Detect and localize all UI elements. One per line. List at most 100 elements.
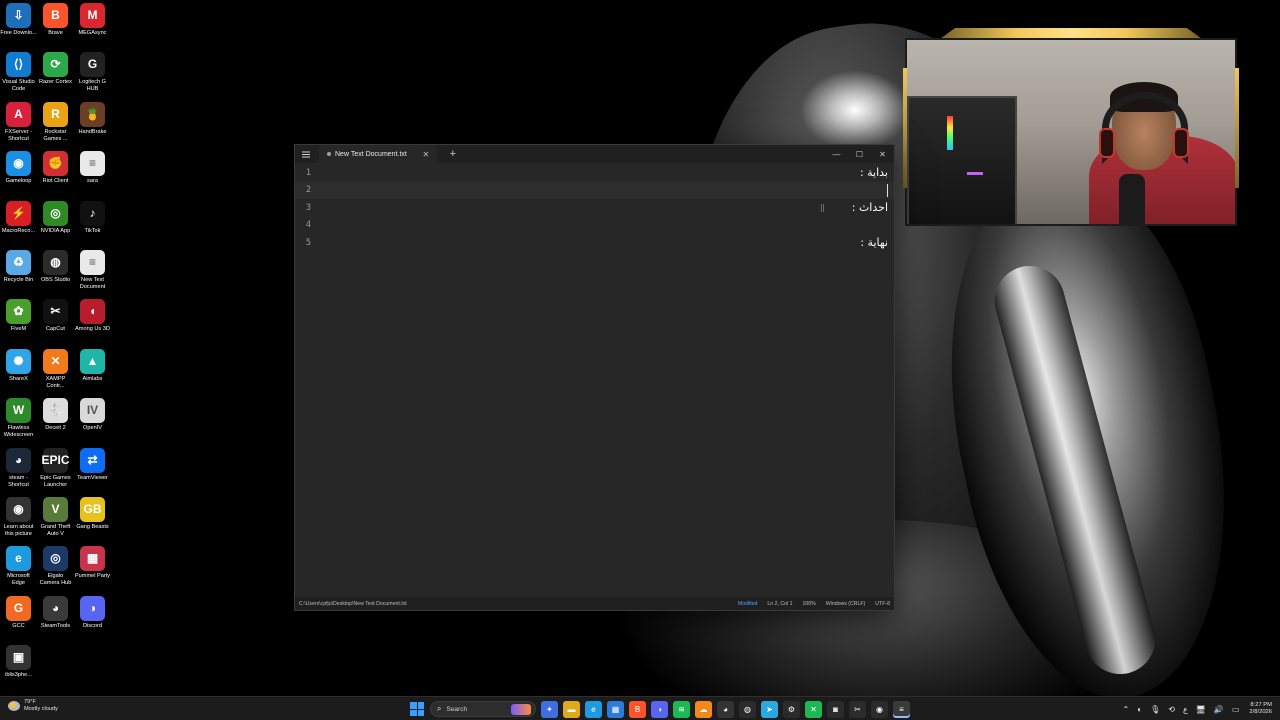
desktop-icon[interactable]: e Microsoft Edge <box>0 543 37 587</box>
desktop-icon[interactable]: B Brave <box>37 0 74 37</box>
whatsapp-icon[interactable]: ◙ <box>827 700 844 718</box>
desktop-icon[interactable]: ✿ FiveM <box>0 296 37 333</box>
notepad-icon[interactable]: ≡ <box>893 700 910 718</box>
brave-icon[interactable]: B <box>629 700 646 718</box>
steam-icon[interactable]: ◕ <box>717 700 734 718</box>
desktop-icon[interactable]: ◖ Among Us 3D <box>74 296 111 333</box>
tray-app-icon[interactable]: ◐ <box>1137 705 1142 714</box>
desktop-icon[interactable]: ◕ steam - Shortcut <box>0 445 37 489</box>
desktop-icon[interactable]: ◉ Learn about this picture <box>0 494 37 538</box>
zoom-level[interactable]: 100% <box>803 601 816 607</box>
webcam-frame-side <box>903 68 907 188</box>
desktop-icon-label: Razer Cortex <box>39 79 72 86</box>
tray-app-icon[interactable]: ⟲ <box>1168 705 1175 714</box>
desktop-icon[interactable]: G GCC <box>0 593 37 630</box>
cloud-app-icon[interactable]: ☁ <box>695 700 712 718</box>
snipping-tool-icon[interactable]: ✂ <box>849 700 866 718</box>
volume-icon[interactable]: 🔊 <box>1214 705 1224 714</box>
spotify-icon[interactable]: ≋ <box>673 700 690 718</box>
flawless-widescreen-icon: W <box>6 398 31 424</box>
desktop-icon[interactable]: M MEGAsync <box>74 0 111 37</box>
desktop-icon[interactable]: ✺ ShareX <box>0 346 37 383</box>
discord-icon[interactable]: ◑ <box>651 700 668 718</box>
windows-start-icon[interactable] <box>410 702 424 716</box>
line-ending[interactable]: Windows (CRLF) <box>826 601 866 607</box>
aimlabs-icon: ▲ <box>80 348 105 374</box>
desktop-icon[interactable]: ⇩ Free Downlo... <box>0 0 37 37</box>
steamtools-icon: ◕ <box>43 595 68 621</box>
desktop-icon[interactable]: V Grand Theft Auto V <box>37 494 74 538</box>
desktop-icon[interactable]: ⚡ MacroReco... <box>0 198 37 235</box>
desktop-icon[interactable]: ◍ OBS Studio <box>37 247 74 284</box>
text-file-icon: ≡ <box>80 250 105 275</box>
webcam-overlay <box>903 28 1239 228</box>
line-text: احداث : <box>851 201 888 215</box>
desktop-icon[interactable]: ✊ Riot Client <box>37 148 74 185</box>
menu-icon[interactable] <box>297 145 315 163</box>
desktop-icon-label: FXServer - Shortcut <box>4 128 33 142</box>
tray-overflow-icon[interactable]: ⌃ <box>1123 705 1130 714</box>
desktop-icon[interactable]: EPIC Epic Games Launcher <box>37 445 74 489</box>
desktop-icon[interactable]: GB Gang Beasts <box>74 494 111 531</box>
desktop-icon[interactable]: ▲ Aimlabs <box>74 346 111 383</box>
weather-widget[interactable]: 79°F Mostly cloudy <box>8 699 58 712</box>
desktop-icon-label: ShareX <box>9 375 28 382</box>
desktop-icon[interactable]: A FXServer - Shortcut <box>0 99 37 143</box>
editor-line[interactable]: 4 <box>295 217 894 235</box>
title-bar[interactable]: New Text Document.txt ✕ + — ☐ ✕ <box>295 145 894 163</box>
close-tab-icon[interactable]: ✕ <box>421 150 431 159</box>
telegram-icon[interactable]: ➤ <box>761 700 778 718</box>
mega-icon: M <box>80 3 105 28</box>
tab-document[interactable]: New Text Document.txt ✕ <box>319 145 437 163</box>
desktop-icon-label: OpenIV <box>83 425 102 432</box>
settings-icon[interactable]: ⚙ <box>783 700 800 718</box>
desktop-icon[interactable]: ✕ XAMPP Contr... <box>37 346 74 390</box>
editor-line[interactable]: 3 احداث : <box>295 199 894 217</box>
editor-line[interactable]: 1 بداية : <box>295 164 894 182</box>
cursor-position[interactable]: Ln 2, Col 1 <box>767 601 792 607</box>
desktop-icon[interactable]: 🐇 Deceit 2 <box>37 395 74 432</box>
desktop-icon[interactable]: ♪ TikTok <box>74 198 111 235</box>
desktop-icon[interactable]: ◎ NVIDIA App <box>37 198 74 235</box>
desktop-icon[interactable]: ◉ Gameloop <box>0 148 37 185</box>
desktop-icon[interactable]: G Logitech G HUB <box>74 49 111 93</box>
network-icon[interactable]: 🖥 <box>1196 705 1206 714</box>
desktop-icon[interactable]: ▦ Pummel Party <box>74 543 111 580</box>
desktop-icon[interactable]: R Rockstar Games ... <box>37 99 74 143</box>
copilot-icon[interactable]: ✦ <box>541 700 558 718</box>
text-editor[interactable]: 1 بداية : 2 3 احداث : 4 5 نهاية : <box>295 164 894 599</box>
clock[interactable]: 8:27 PM 2/8/2026 <box>1249 702 1272 716</box>
desktop-icon[interactable]: 🍍 HandBrake <box>74 99 111 136</box>
desktop-icon-label: Pummel Party <box>74 573 111 580</box>
desktop-icon[interactable]: ◎ Elgato Camera Hub <box>37 543 74 587</box>
editor-line[interactable]: 2 <box>295 181 894 199</box>
desktop-icon[interactable]: ◕ SteamTools <box>37 593 74 630</box>
desktop-icon[interactable]: ≡ New Text Document <box>74 247 111 291</box>
obs-icon[interactable]: ◍ <box>739 700 756 718</box>
desktop-icon[interactable]: ◑ Discord <box>74 593 111 630</box>
desktop-icon[interactable]: ⟳ Razer Cortex <box>37 49 74 86</box>
edge-icon[interactable]: e <box>585 700 602 718</box>
taskbar-search[interactable]: ⌕ Search <box>430 701 536 717</box>
desktop-icon[interactable]: W Flawless Widescreen <box>0 395 37 439</box>
desktop-icon[interactable]: ♻ Recycle Bin <box>0 247 37 284</box>
battery-icon[interactable]: ▭ <box>1232 705 1240 714</box>
editor-line[interactable]: 5 نهاية : <box>295 234 894 252</box>
microphone-icon[interactable]: 🎙 <box>1150 705 1160 714</box>
encoding[interactable]: UTF-8 <box>875 601 890 607</box>
xbox-icon[interactable]: ✕ <box>805 700 822 718</box>
minimize-icon[interactable]: — <box>825 145 848 163</box>
new-tab-icon[interactable]: + <box>447 145 459 163</box>
desktop-icon[interactable]: ⟨⟩ Visual Studio Code <box>0 49 37 93</box>
desktop-icon[interactable]: ✂ CapCut <box>37 296 74 333</box>
file-explorer-icon[interactable]: ▬ <box>563 700 580 718</box>
desktop-icon[interactable]: ≡ sara <box>74 148 111 185</box>
maximize-icon[interactable]: ☐ <box>848 145 871 163</box>
desktop-icon[interactable]: IV OpenIV <box>74 395 111 432</box>
desktop-icon[interactable]: ▣ iblis3phe... <box>0 642 37 679</box>
language-indicator[interactable]: ع <box>1183 705 1188 714</box>
chrome-icon[interactable]: ◉ <box>871 700 888 718</box>
desktop-icon[interactable]: ⇄ TeamViewer <box>74 445 111 482</box>
close-icon[interactable]: ✕ <box>871 145 894 163</box>
microsoft-store-icon[interactable]: ▦ <box>607 700 624 718</box>
